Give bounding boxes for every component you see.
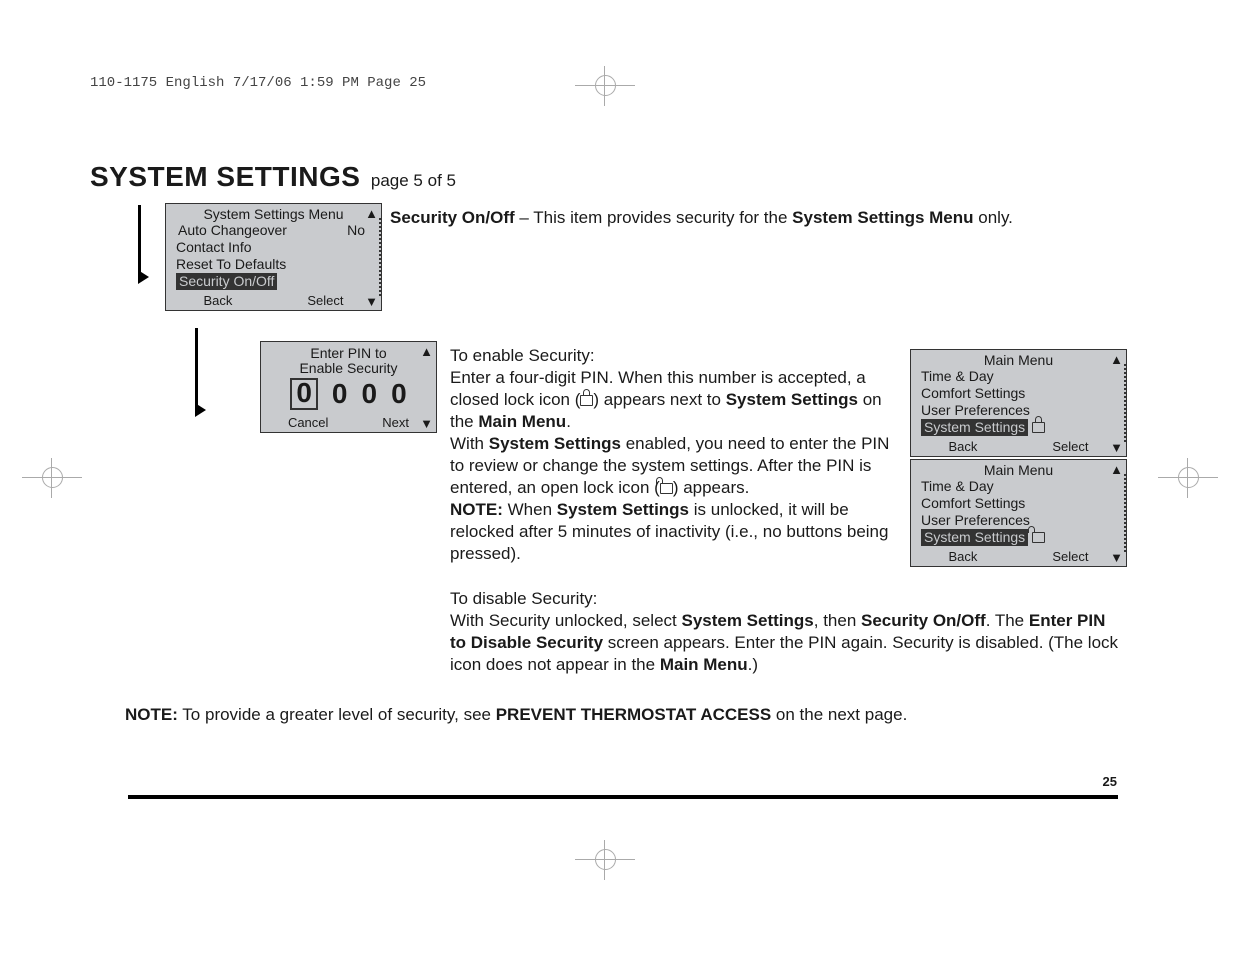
lcd-main-menu-unlocked: ▲ ▼ Main Menu Time & Day Comfort Setting… [910, 459, 1127, 567]
menu-value: No [347, 222, 373, 239]
menu-item: User Preferences [921, 512, 1120, 529]
disable-security-block: To disable Security: With Security unloc… [450, 588, 1120, 676]
up-arrow-icon: ▲ [1110, 463, 1123, 476]
heading-row: SYSTEM SETTINGS page 5 of 5 [90, 161, 1125, 193]
enable-security-block: To enable Security: Enter a four-digit P… [450, 345, 898, 565]
pin-digit: 0 [332, 378, 348, 410]
menu-item: User Preferences [921, 402, 1120, 419]
up-arrow-icon: ▲ [420, 345, 433, 358]
bottom-note: NOTE: To provide a greater level of secu… [125, 705, 1105, 725]
menu-item: Time & Day [921, 478, 1120, 495]
lcd-main-menu-locked: ▲ ▼ Main Menu Time & Day Comfort Setting… [910, 349, 1127, 457]
menu-item: Comfort Settings [921, 385, 1120, 402]
lcd-title: System Settings Menu [166, 204, 381, 222]
softkey-back: Back [203, 293, 232, 308]
lock-closed-icon [1032, 422, 1045, 433]
running-header: 110-1175 English 7/17/06 1:59 PM Page 25 [90, 75, 1125, 91]
lcd-pin-entry: ▲ ▼ Enter PIN toEnable Security 0 0 0 0 … [260, 341, 437, 433]
lcd-title: Main Menu [911, 460, 1126, 478]
softkey-select: Select [1052, 549, 1088, 564]
lock-open-icon [1032, 532, 1045, 543]
lock-open-icon [660, 483, 673, 494]
crop-mark-left [22, 458, 82, 498]
up-arrow-icon: ▲ [365, 207, 378, 220]
softkey-next: Next [382, 415, 409, 430]
softkey-select: Select [307, 293, 343, 308]
menu-item: Time & Day [921, 368, 1120, 385]
menu-item-selected: Security On/Off [176, 273, 277, 290]
pin-digits: 0 0 0 0 [261, 376, 436, 414]
menu-item: Reset To Defaults [176, 256, 375, 273]
crop-mark-right [1158, 458, 1218, 498]
lcd-title: Main Menu [911, 350, 1126, 368]
pin-title: Enter PIN toEnable Security [261, 342, 436, 376]
crop-mark-bottom [575, 840, 635, 880]
menu-item-selected: System Settings [921, 419, 1028, 436]
page-sub: page 5 of 5 [371, 171, 456, 190]
softkey-back: Back [948, 549, 977, 564]
up-arrow-icon: ▲ [1110, 353, 1123, 366]
lock-closed-icon [580, 395, 593, 406]
menu-item: Auto Changeover [178, 222, 287, 239]
security-intro: Security On/Off – This item provides sec… [390, 207, 1110, 229]
pin-digit: 0 [391, 378, 407, 410]
footer-rule [128, 795, 1118, 799]
softkey-cancel: Cancel [288, 415, 328, 430]
page-number: 25 [1103, 774, 1117, 789]
lcd-system-settings: ▲ ▼ System Settings Menu Auto Changeover… [165, 203, 382, 311]
flow-arrow-1 [138, 205, 141, 275]
menu-item-selected: System Settings [921, 529, 1028, 546]
softkey-select: Select [1052, 439, 1088, 454]
softkey-back: Back [948, 439, 977, 454]
pin-digit-current: 0 [290, 378, 318, 410]
page-title: SYSTEM SETTINGS [90, 161, 360, 192]
menu-item: Comfort Settings [921, 495, 1120, 512]
flow-arrow-2 [195, 328, 198, 408]
menu-item: Contact Info [176, 239, 375, 256]
pin-digit: 0 [362, 378, 378, 410]
